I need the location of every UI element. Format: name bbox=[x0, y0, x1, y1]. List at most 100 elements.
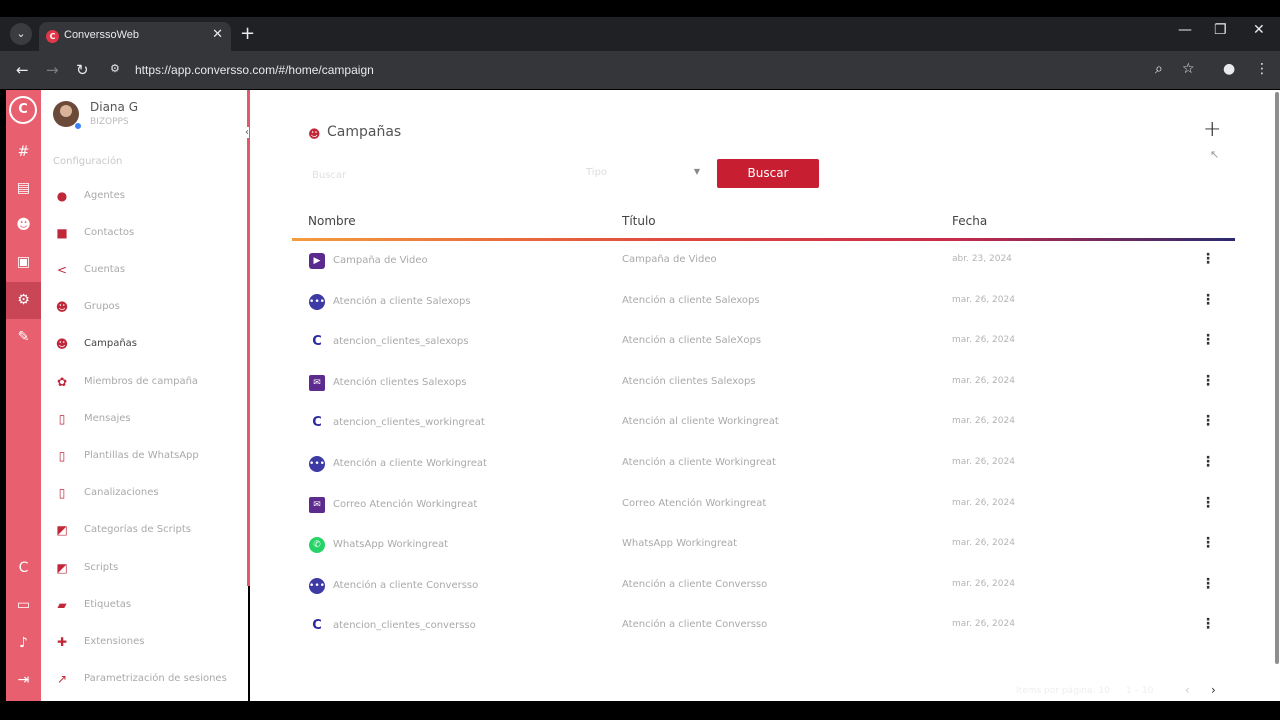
campaign-title: WhatsApp Workingreat bbox=[622, 538, 738, 550]
forward-button[interactable]: → bbox=[46, 61, 59, 79]
next-page-button[interactable]: › bbox=[1211, 683, 1216, 697]
label-icon: ▰ bbox=[57, 598, 67, 612]
sidebar-item-contactos[interactable]: ■ Contactos bbox=[41, 218, 241, 248]
zoom-icon[interactable]: ⌕ bbox=[1155, 61, 1163, 77]
sidebar-item-scripts[interactable]: ◩ Scripts bbox=[41, 553, 241, 583]
add-campaign-button[interactable]: + bbox=[1203, 117, 1221, 142]
campaign-date: mar. 26, 2024 bbox=[952, 497, 1015, 508]
campaign-name: atencion_clientes_conversso bbox=[333, 620, 476, 632]
sidebar-item-plantillas-whatsapp[interactable]: ▯ Plantillas de WhatsApp bbox=[41, 441, 241, 471]
campaign-date: abr. 23, 2024 bbox=[952, 254, 1012, 264]
site-settings-icon[interactable]: ⚙ bbox=[110, 62, 124, 76]
video-icon[interactable]: ▭ bbox=[6, 593, 41, 617]
more-options-icon[interactable]: ⋮ bbox=[1201, 576, 1215, 592]
scrollbar-thumb[interactable] bbox=[1275, 92, 1279, 664]
settings-sidebar: Diana G BIZOPPS Configuración ● Agentes … bbox=[41, 90, 248, 701]
more-options-icon[interactable]: ⋮ bbox=[1201, 413, 1215, 429]
restore-button[interactable]: ❐ bbox=[1214, 22, 1227, 38]
table-row[interactable]: Catencion_clientes_conversso Atención a c… bbox=[292, 606, 1235, 646]
table-row[interactable]: ✆ WhatsApp Workingreat WhatsApp Workingrea… bbox=[292, 525, 1235, 565]
script-icon: ◩ bbox=[56, 561, 68, 575]
mail-campaign-icon: ✉ bbox=[309, 496, 325, 513]
hash-icon[interactable]: # bbox=[6, 140, 41, 164]
reload-button[interactable]: ↻ bbox=[76, 61, 89, 79]
new-tab-button[interactable]: + bbox=[240, 23, 255, 44]
more-options-icon[interactable]: ⋮ bbox=[1201, 373, 1215, 389]
sidebar-item-campanas[interactable]: ☻ Campañas bbox=[41, 329, 241, 359]
tab-close-icon[interactable]: ✕ bbox=[212, 27, 223, 42]
browser-menu-icon[interactable]: ⋮ bbox=[1255, 61, 1269, 77]
sidebar-item-categorias-scripts[interactable]: ◩ Categorías de Scripts bbox=[41, 515, 241, 545]
campaign-date: mar. 26, 2024 bbox=[952, 375, 1015, 386]
back-button[interactable]: ← bbox=[16, 61, 29, 79]
more-options-icon[interactable]: ⋮ bbox=[1201, 495, 1215, 511]
wrench-icon[interactable]: ✎ bbox=[6, 325, 41, 349]
more-options-icon[interactable]: ⋮ bbox=[1201, 332, 1215, 348]
users-icon[interactable]: ☻ bbox=[6, 213, 41, 237]
clipboard-icon[interactable]: ▣ bbox=[6, 250, 41, 274]
chat-campaign-icon: ••• bbox=[309, 577, 325, 594]
previous-page-button[interactable]: ‹ bbox=[1185, 683, 1190, 697]
column-header-titulo[interactable]: Título bbox=[622, 214, 656, 228]
campaign-date: mar. 26, 2024 bbox=[952, 294, 1015, 305]
campaign-name: Atención a cliente Salexops bbox=[333, 295, 471, 307]
close-window-button[interactable]: ✕ bbox=[1253, 22, 1265, 38]
user-name: Diana G bbox=[90, 100, 138, 114]
table-row[interactable]: ••• Atención a cliente Workingreat Atenció… bbox=[292, 444, 1235, 484]
bookmark-star-icon[interactable]: ☆ bbox=[1182, 61, 1195, 77]
conversso-favicon-icon: C bbox=[46, 30, 59, 43]
column-header-nombre[interactable]: Nombre bbox=[308, 214, 356, 228]
conversso-logo-icon[interactable]: C bbox=[9, 96, 37, 124]
sidebar-item-canalizaciones[interactable]: ▯ Canalizaciones bbox=[41, 478, 241, 508]
items-per-page-label: Items por página: 10 bbox=[1016, 686, 1110, 696]
table-row[interactable]: ••• Atención a cliente Conversso Atención … bbox=[292, 566, 1235, 606]
search-input[interactable] bbox=[310, 164, 574, 186]
sidebar-item-grupos[interactable]: ☻ Grupos bbox=[41, 292, 241, 322]
table-row[interactable]: Catencion_clientes_salexops Atención a cl… bbox=[292, 322, 1235, 362]
table-row[interactable]: ✉ Correo Atención Workingreat Correo Atenc… bbox=[292, 485, 1235, 525]
profile-icon[interactable]: ● bbox=[1223, 61, 1235, 77]
column-header-fecha[interactable]: Fecha bbox=[952, 214, 987, 228]
sidebar-item-label: Grupos bbox=[84, 301, 120, 312]
logout-icon[interactable]: ⇥ bbox=[6, 668, 41, 692]
more-options-icon[interactable]: ⋮ bbox=[1201, 616, 1215, 632]
more-options-icon[interactable]: ⋮ bbox=[1201, 454, 1215, 470]
table-row[interactable]: ▶ Campaña de Video Campaña de Video abr. 23… bbox=[292, 241, 1235, 281]
sidebar-item-cuentas[interactable]: < Cuentas bbox=[41, 255, 241, 285]
campaign-title: Atención a cliente Salexops bbox=[622, 294, 760, 306]
bell-icon[interactable]: ♪ bbox=[6, 631, 41, 655]
sidebar-item-parametrizacion-sesiones[interactable]: ↗ Parametrización de sesiones bbox=[41, 664, 241, 694]
page-range: 1 – 10 bbox=[1126, 686, 1154, 696]
table-row[interactable]: ✉ Atención clientes Salexops Atención clie… bbox=[292, 363, 1235, 403]
table-row[interactable]: Catencion_clientes_workingreat Atención a… bbox=[292, 403, 1235, 443]
sidebar-item-mensajes[interactable]: ▯ Mensajes bbox=[41, 404, 241, 434]
campaign-name: atencion_clientes_salexops bbox=[333, 336, 469, 348]
url-text[interactable]: https://app.conversso.com/#/home/campaig… bbox=[135, 63, 374, 77]
more-options-icon[interactable]: ⋮ bbox=[1201, 251, 1215, 267]
sidebar-item-extensiones[interactable]: ✚ Extensiones bbox=[41, 627, 241, 657]
search-button[interactable]: Buscar bbox=[717, 159, 819, 188]
type-select[interactable]: Tipo ▼ bbox=[584, 165, 702, 183]
sidebar-item-label: Campañas bbox=[84, 338, 138, 349]
settings-icon[interactable]: ⚙ bbox=[6, 282, 41, 319]
user-role: BIZOPPS bbox=[90, 117, 129, 127]
trend-icon: ↗ bbox=[56, 672, 68, 686]
screen-bottom-border bbox=[0, 701, 1280, 720]
collapse-sidebar-icon[interactable]: ‹ bbox=[245, 127, 249, 138]
chat-icon[interactable]: ▤ bbox=[6, 176, 41, 200]
campaign-name: Campaña de Video bbox=[333, 255, 428, 266]
members-icon: ✿ bbox=[56, 375, 68, 389]
minimize-button[interactable]: — bbox=[1178, 22, 1192, 38]
more-options-icon[interactable]: ⋮ bbox=[1201, 535, 1215, 551]
sidebar-item-etiquetas[interactable]: ▰ Etiquetas bbox=[41, 590, 241, 620]
more-options-icon[interactable]: ⋮ bbox=[1201, 292, 1215, 308]
tab-search-button[interactable]: ⌄ bbox=[10, 23, 32, 45]
campaign-name: Atención clientes Salexops bbox=[333, 376, 467, 388]
conversso-small-icon[interactable]: C bbox=[6, 556, 41, 580]
table-row[interactable]: ••• Atención a cliente Salexops Atención a… bbox=[292, 282, 1235, 322]
bookmark-icon: ▯ bbox=[58, 449, 66, 463]
sidebar-item-miembros-de-campana[interactable]: ✿ Miembros de campaña bbox=[41, 367, 241, 397]
sidebar-item-agentes[interactable]: ● Agentes bbox=[41, 181, 241, 211]
browser-tab[interactable]: C ConverssoWeb ✕ bbox=[39, 22, 231, 51]
sidebar-item-label: Agentes bbox=[84, 190, 125, 201]
